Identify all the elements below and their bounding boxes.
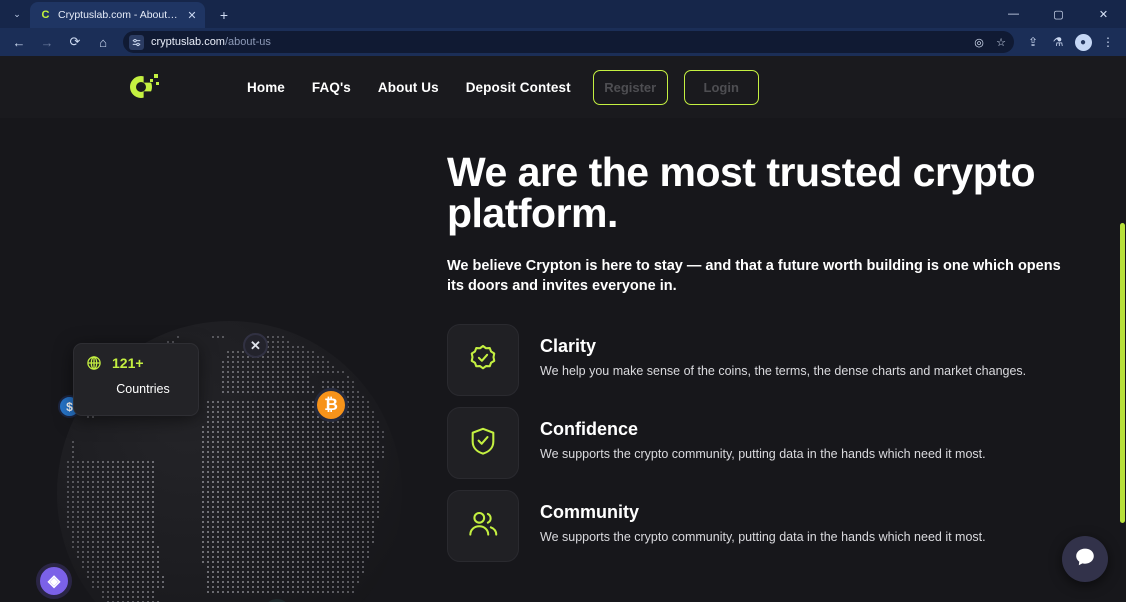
feature-title: Confidence [540, 419, 639, 440]
tab-favicon-icon: C [41, 9, 50, 21]
verified-badge-icon [468, 343, 498, 378]
browser-menu-icon[interactable]: ⋮ [1096, 30, 1120, 54]
page-content: Home FAQ's About Us Deposit Contest Regi… [0, 56, 1126, 602]
feature-icon-tile [447, 407, 519, 480]
people-icon [467, 510, 499, 543]
countries-tooltip: 121+ Countries [73, 343, 199, 416]
url-domain: cryptuslab.com [151, 36, 225, 48]
browser-toolbar: ← → ⟳ ⌂ cryptuslab.com/about-us ◎ ☆ ⇪ ⚗ [0, 28, 1126, 56]
back-icon[interactable]: ← [6, 30, 32, 54]
site-navbar: Home FAQ's About Us Deposit Contest Regi… [0, 56, 1126, 118]
omnibox-actions: ◎ ☆ [970, 33, 1010, 51]
hero-section: 121+ Countries ₿ $ ◈ ₮ ✕ We are the most… [0, 118, 1126, 602]
feature-description: We supports the crypto community, puttin… [540, 447, 986, 462]
bookmark-star-icon[interactable]: ☆ [992, 33, 1010, 51]
extensions-icon[interactable]: ⚗ [1046, 30, 1070, 54]
tab-title: Cryptuslab.com - AboutUs [58, 9, 179, 21]
feature-icon-tile [447, 490, 519, 563]
tab-search-icon[interactable]: ⌄ [4, 2, 30, 26]
login-button[interactable]: Login [683, 69, 759, 105]
feature-icon-tile [447, 324, 519, 397]
register-button[interactable]: Register [592, 69, 668, 105]
url-text: cryptuslab.com/about-us [151, 36, 271, 48]
hero-text-column: We are the most trusted crypto platform.… [447, 118, 1087, 563]
globe-icon [86, 355, 102, 371]
forward-icon[interactable]: → [34, 30, 60, 54]
page-scrollbar[interactable] [1117, 118, 1126, 596]
feature-list: Clarity We help you make sense of the co… [447, 324, 1087, 563]
feature-title: Community [540, 502, 639, 523]
xrp-badge: ✕ [243, 333, 268, 358]
home-icon[interactable]: ⌂ [90, 30, 116, 54]
hide-password-icon[interactable]: ◎ [970, 33, 988, 51]
site-settings-icon[interactable] [129, 34, 144, 50]
share-icon[interactable]: ⇪ [1021, 30, 1045, 54]
tab-close-icon[interactable]: ✕ [185, 8, 199, 22]
new-tab-button[interactable]: + [211, 3, 237, 27]
scrollbar-thumb[interactable] [1120, 223, 1125, 523]
reload-icon[interactable]: ⟳ [62, 30, 88, 54]
ethereum-symbol: ◈ [47, 573, 61, 590]
feature-description: We help you make sense of the coins, the… [540, 364, 1027, 379]
address-bar[interactable]: cryptuslab.com/about-us ◎ ☆ [123, 31, 1014, 53]
bitcoin-badge: ₿ [314, 388, 348, 422]
browser-tab[interactable]: C Cryptuslab.com - AboutUs ✕ [30, 2, 205, 28]
toolbar-icons: ⇪ ⚗ ● ⋮ [1021, 30, 1120, 54]
nav-link-deposit-contest[interactable]: Deposit Contest [466, 80, 571, 95]
ethereum-badge: ◈ [36, 563, 72, 599]
profile-avatar[interactable]: ● [1071, 30, 1095, 54]
browser-window: ⌄ C Cryptuslab.com - AboutUs ✕ + — ▢ ✕ ←… [0, 0, 1126, 602]
feature-item-clarity: Clarity We help you make sense of the co… [447, 324, 1087, 397]
close-window-button[interactable]: ✕ [1081, 0, 1126, 28]
avatar: ● [1074, 33, 1092, 51]
nav-link-faqs[interactable]: FAQ's [312, 80, 351, 95]
nav-link-home[interactable]: Home [247, 80, 285, 95]
bitcoin-symbol: ₿ [324, 395, 338, 414]
feature-description: We supports the crypto community, puttin… [540, 530, 986, 545]
nav-link-about-us[interactable]: About Us [378, 80, 439, 95]
maximize-button[interactable]: ▢ [1036, 0, 1081, 28]
feature-title: Clarity [540, 336, 597, 357]
minimize-button[interactable]: — [991, 0, 1036, 28]
feature-item-community: Community We supports the crypto communi… [447, 490, 1087, 563]
auth-buttons: Register Login [592, 69, 759, 105]
shield-check-icon [469, 426, 497, 461]
countries-count: 121+ [112, 355, 144, 371]
chat-bubble-icon [1073, 545, 1097, 574]
cryptuslab-logo-icon[interactable] [130, 72, 162, 102]
window-controls: — ▢ ✕ [991, 0, 1126, 28]
xrp-symbol: ✕ [250, 337, 261, 353]
countries-label: Countries [116, 382, 170, 396]
chat-widget-button[interactable] [1062, 536, 1108, 582]
site-nav-links: Home FAQ's About Us Deposit Contest [247, 80, 571, 95]
url-path: /about-us [224, 36, 271, 48]
hero-subheading: We believe Crypton is here to stay — and… [447, 258, 1061, 294]
tab-strip: ⌄ C Cryptuslab.com - AboutUs ✕ + — ▢ ✕ [0, 0, 1126, 28]
page-title: We are the most trusted crypto platform. [447, 149, 1036, 236]
feature-item-confidence: Confidence We supports the crypto commun… [447, 407, 1087, 480]
